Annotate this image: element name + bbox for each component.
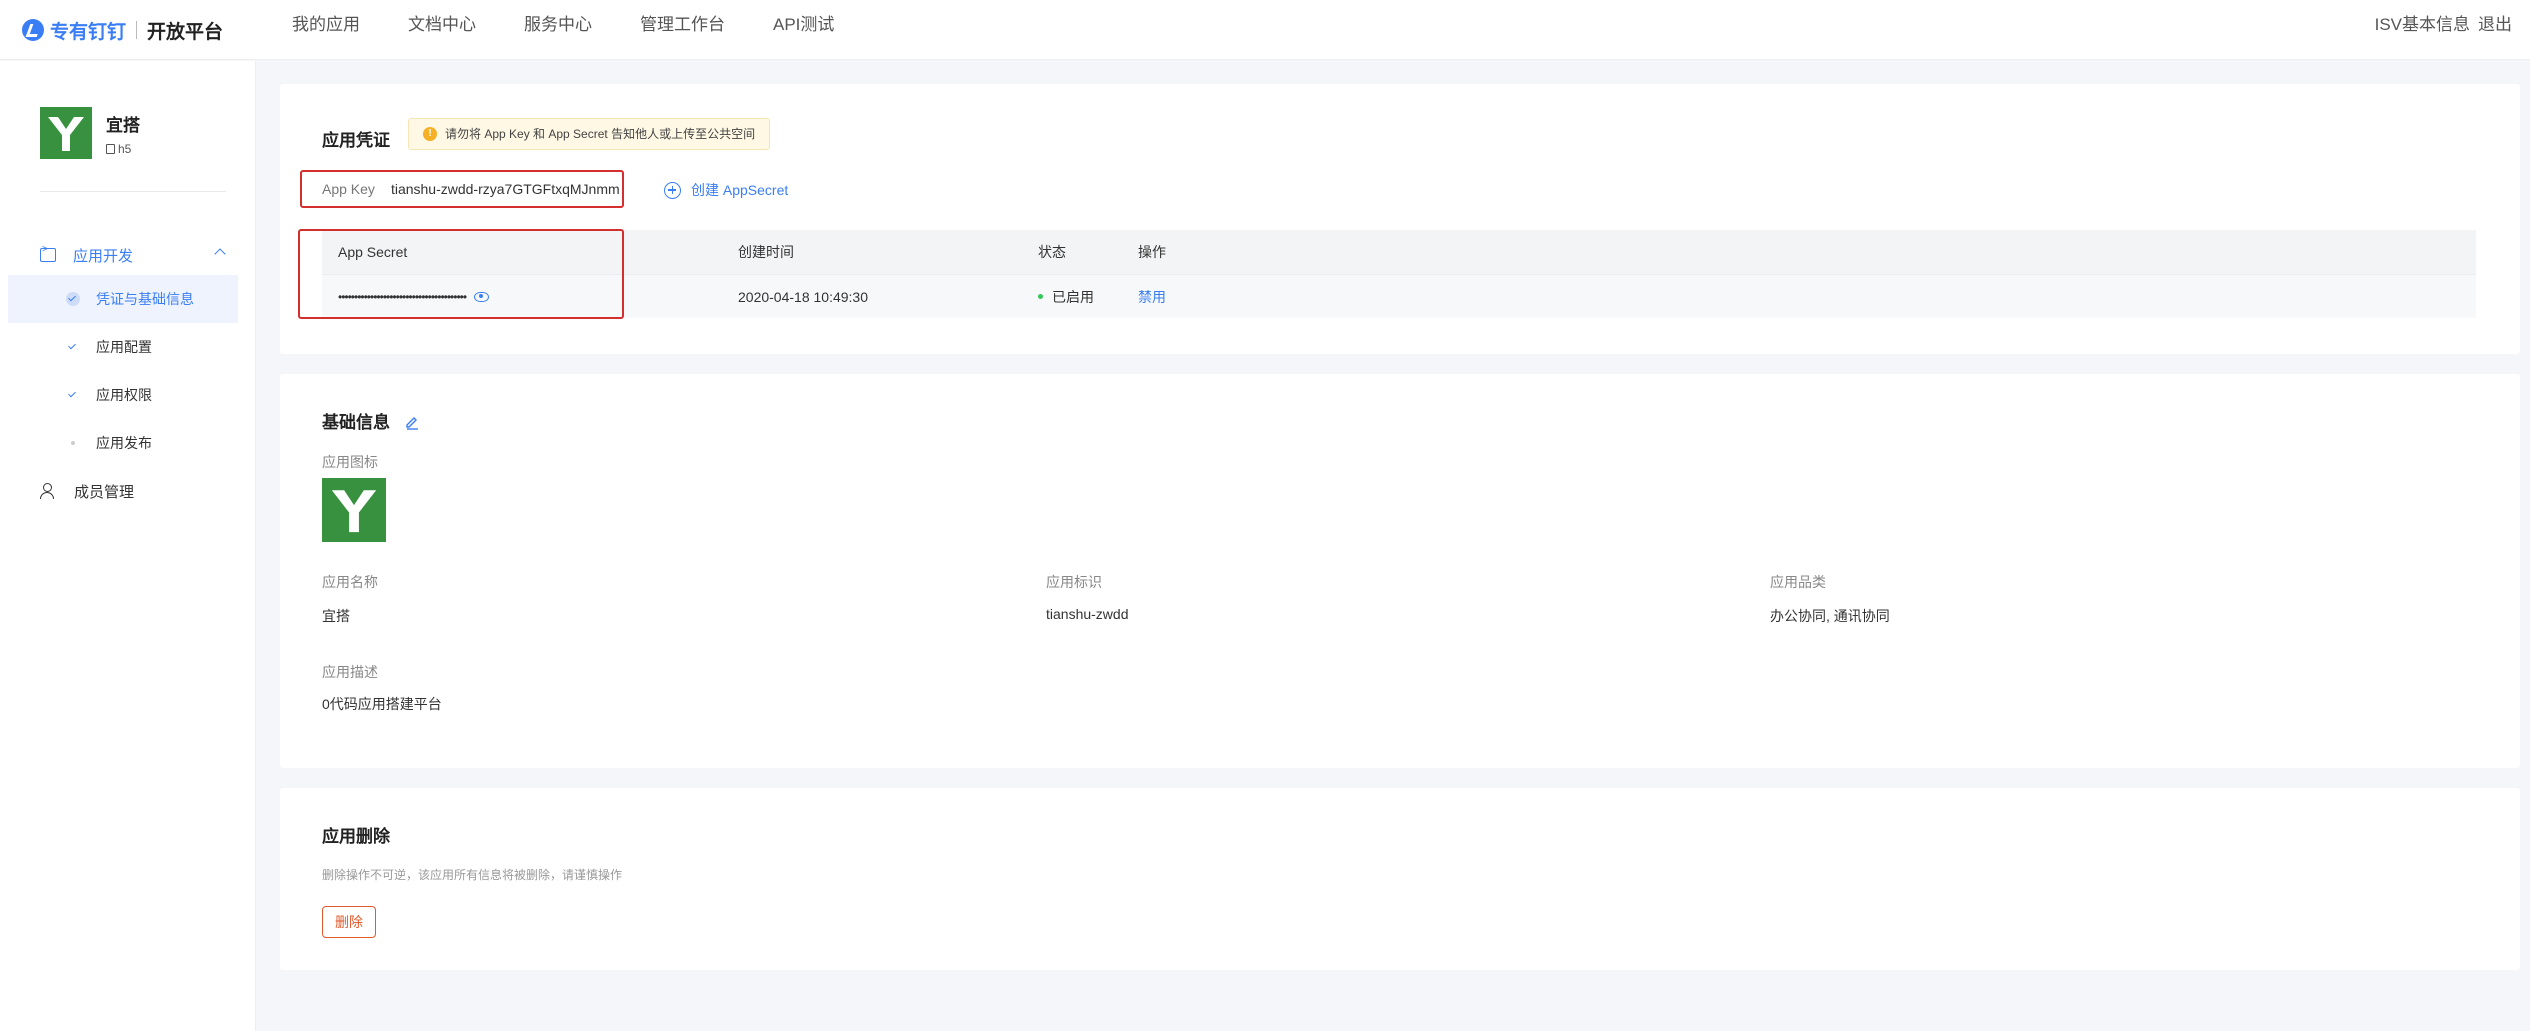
dot-icon xyxy=(66,436,80,450)
edit-icon[interactable] xyxy=(404,414,420,430)
terminal-icon xyxy=(40,244,56,262)
yida-logo-icon xyxy=(48,117,84,151)
nav-api-test[interactable]: API测试 xyxy=(773,0,834,52)
security-warning: ! 请勿将 App Key 和 App Secret 告知他人或上传至公共空间 xyxy=(408,118,771,150)
nav-my-apps[interactable]: 我的应用 xyxy=(292,0,360,52)
sidebar-item-label: 凭证与基础信息 xyxy=(96,291,194,307)
app-desc-value: 0代码应用搭建平台 xyxy=(322,696,442,712)
sidebar-group-label: 应用开发 xyxy=(73,247,134,265)
basic-info-title: 基础信息 xyxy=(322,413,390,432)
status-text: 已启用 xyxy=(1052,288,1094,305)
nav-services[interactable]: 服务中心 xyxy=(524,0,592,52)
chevron-up-icon xyxy=(214,248,226,260)
isv-info-link[interactable]: ISV基本信息 xyxy=(2375,0,2470,50)
app-name-label: 应用名称 xyxy=(322,574,378,590)
create-appsecret-button[interactable]: 创建 AppSecret xyxy=(664,180,788,200)
deletion-card: 应用删除 删除操作不可逆，该应用所有信息将被删除，请谨慎操作 删除 xyxy=(280,788,2520,970)
app-type-label: h5 xyxy=(118,142,132,156)
nav-docs[interactable]: 文档中心 xyxy=(408,0,476,52)
warning-icon: ! xyxy=(423,127,437,141)
sidebar-divider xyxy=(40,191,226,192)
sidebar-item-label: 应用权限 xyxy=(96,387,152,403)
basic-info-card: 基础信息 应用图标 应用名称 宜搭 应用标识 tianshu-zwdd 应用品类… xyxy=(280,374,2520,768)
dingtalk-logo-icon xyxy=(22,19,44,41)
sidebar-item-members[interactable]: 成员管理 xyxy=(0,467,256,515)
col-header-action: 操作 xyxy=(1138,244,1166,260)
sidebar-item-app-permissions[interactable]: 应用权限 xyxy=(0,371,256,419)
deletion-title: 应用删除 xyxy=(322,827,390,846)
main-nav: 我的应用 文档中心 服务中心 管理工作台 API测试 xyxy=(292,0,882,52)
check-circle-icon xyxy=(66,292,80,306)
app-category-label: 应用品类 xyxy=(1770,574,1826,590)
app-type: h5 xyxy=(106,142,140,156)
app-info: 宜搭 h5 xyxy=(106,111,140,159)
disable-link[interactable]: 禁用 xyxy=(1138,289,1166,305)
app-id-label: 应用标识 xyxy=(1046,574,1102,590)
sidebar-item-label: 成员管理 xyxy=(74,483,135,501)
highlight-box-app-secret xyxy=(298,229,624,319)
app-name-value: 宜搭 xyxy=(322,608,350,624)
top-bar: 专有钉钉 开放平台 我的应用 文档中心 服务中心 管理工作台 API测试 ISV… xyxy=(0,0,2530,60)
app-desc-label: 应用描述 xyxy=(322,664,378,680)
sidebar-item-label: 应用发布 xyxy=(96,435,152,451)
app-header: 宜搭 h5 xyxy=(40,107,140,159)
status-cell: 已启用 xyxy=(1038,287,1138,307)
plus-circle-icon xyxy=(664,181,681,199)
brand-separator xyxy=(136,21,138,39)
brand-logo[interactable]: 专有钉钉 开放平台 xyxy=(22,14,223,46)
sidebar-menu: 应用开发 凭证与基础信息 应用配置 应用权限 应用发布 成员管理 xyxy=(0,235,256,515)
table-header: App Secret 创建时间 状态 操作 xyxy=(322,230,2476,274)
table-row: ••••••••••••••••••••••••••••••••••••••••… xyxy=(322,274,2476,318)
deletion-description: 删除操作不可逆，该应用所有信息将被删除，请谨慎操作 xyxy=(322,868,623,882)
app-icon xyxy=(322,478,386,542)
top-right-links: ISV基本信息 退出 xyxy=(2375,0,2512,50)
user-add-icon xyxy=(40,483,56,499)
action-cell: 禁用 xyxy=(1138,287,1338,307)
sidebar-item-app-publish[interactable]: 应用发布 xyxy=(0,419,256,467)
sidebar: 宜搭 h5 应用开发 凭证与基础信息 应用配置 应用权限 应用发布 xyxy=(0,61,256,1031)
credentials-title: 应用凭证 xyxy=(322,131,390,150)
app-id-value: tianshu-zwdd xyxy=(1046,606,1129,622)
sidebar-group-app-dev[interactable]: 应用开发 xyxy=(0,235,256,275)
app-secret-table: App Secret 创建时间 状态 操作 ••••••••••••••••••… xyxy=(322,230,2476,318)
col-header-created: 创建时间 xyxy=(738,244,794,260)
sidebar-item-credentials[interactable]: 凭证与基础信息 xyxy=(8,275,238,323)
brand-secondary: 开放平台 xyxy=(147,21,224,43)
create-appsecret-label: 创建 AppSecret xyxy=(691,182,789,198)
highlight-box-app-key xyxy=(300,170,624,208)
app-logo xyxy=(40,107,92,159)
nav-admin-console[interactable]: 管理工作台 xyxy=(640,0,725,52)
check-icon xyxy=(66,340,80,354)
brand-primary: 专有钉钉 xyxy=(50,21,127,43)
yida-logo-icon xyxy=(331,490,377,533)
check-icon xyxy=(66,388,80,402)
credentials-card: 应用凭证 ! 请勿将 App Key 和 App Secret 告知他人或上传至… xyxy=(280,84,2520,354)
logout-link[interactable]: 退出 xyxy=(2478,0,2512,50)
delete-button[interactable]: 删除 xyxy=(322,906,376,938)
sidebar-item-label: 应用配置 xyxy=(96,339,152,355)
icon-label: 应用图标 xyxy=(322,454,378,470)
sidebar-item-app-config[interactable]: 应用配置 xyxy=(0,323,256,371)
app-name: 宜搭 xyxy=(106,116,140,135)
status-dot xyxy=(1038,294,1043,299)
created-time: 2020-04-18 10:49:30 xyxy=(738,288,868,305)
warning-text: 请勿将 App Key 和 App Secret 告知他人或上传至公共空间 xyxy=(445,127,756,141)
col-header-status: 状态 xyxy=(1038,244,1066,260)
mobile-icon xyxy=(106,144,115,154)
app-category-value: 办公协同, 通讯协同 xyxy=(1770,608,1890,624)
